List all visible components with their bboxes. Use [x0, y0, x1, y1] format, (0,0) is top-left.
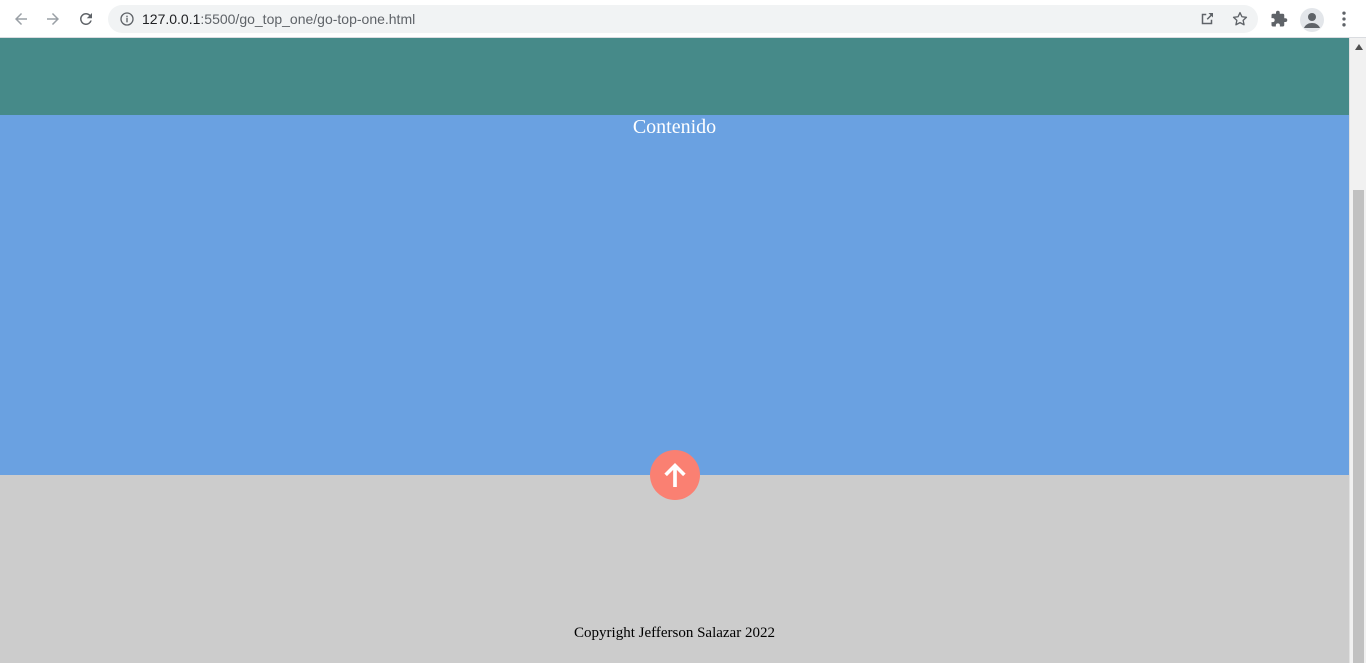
- browser-toolbar: 127.0.0.1:5500/go_top_one/go-top-one.htm…: [0, 0, 1366, 38]
- profile-button[interactable]: [1300, 8, 1324, 32]
- reload-icon: [80, 12, 92, 25]
- copyright-text: Copyright Jefferson Salazar 2022: [574, 625, 775, 641]
- back-button[interactable]: [8, 6, 34, 32]
- reload-button[interactable]: [73, 6, 99, 32]
- star-icon[interactable]: [1231, 10, 1249, 28]
- scroll-up-button[interactable]: [1350, 38, 1366, 55]
- page-header: [0, 38, 1349, 115]
- back-arrow-icon: [15, 13, 27, 25]
- content-title: Contenido: [632, 116, 717, 138]
- share-icon[interactable]: [1198, 10, 1216, 28]
- vertical-scrollbar[interactable]: [1349, 38, 1366, 663]
- puzzle-icon: [1271, 10, 1288, 27]
- scroll-up-arrow-icon: [1354, 43, 1363, 50]
- url-path: :5500/go_top_one/go-top-one.html: [200, 11, 416, 27]
- content-section: Contenido: [0, 115, 1349, 475]
- forward-button[interactable]: [40, 6, 66, 32]
- extensions-button[interactable]: [1269, 9, 1289, 29]
- profile-icon: [1304, 13, 1320, 28]
- page-footer: Copyright Jefferson Salazar 2022: [0, 475, 1349, 663]
- page-viewport: Contenido Copyright Jefferson Salazar 20…: [0, 38, 1349, 663]
- scroll-thumb[interactable]: [1353, 190, 1364, 663]
- url-host: 127.0.0.1: [142, 11, 201, 27]
- go-top-button[interactable]: [650, 450, 700, 500]
- url-text[interactable]: 127.0.0.1:5500/go_top_one/go-top-one.htm…: [142, 11, 415, 27]
- address-bar[interactable]: 127.0.0.1:5500/go_top_one/go-top-one.htm…: [108, 5, 1258, 33]
- forward-arrow-icon: [47, 13, 59, 25]
- info-icon[interactable]: [119, 11, 135, 27]
- kebab-menu-icon: [1342, 11, 1346, 27]
- arrow-up-icon: [664, 462, 686, 488]
- browser-menu-button[interactable]: [1334, 9, 1354, 29]
